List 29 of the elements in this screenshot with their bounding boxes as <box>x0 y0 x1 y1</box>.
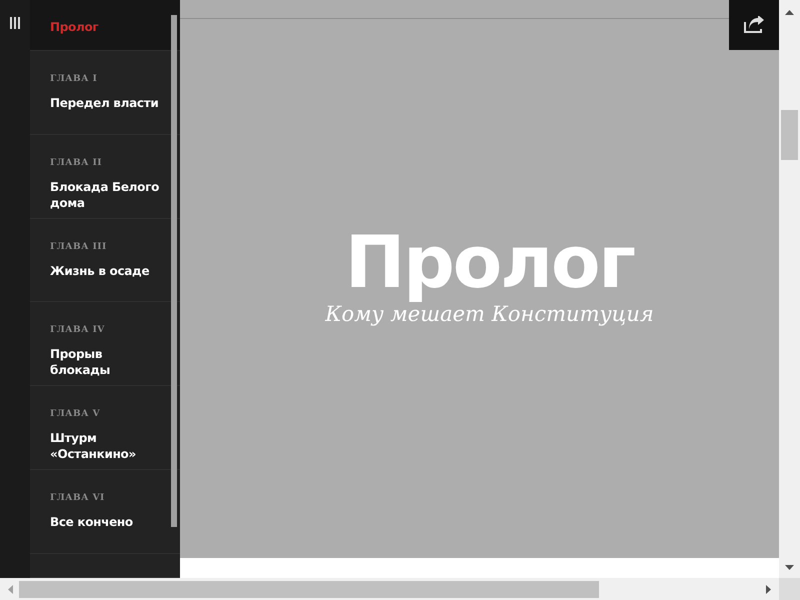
share-button[interactable] <box>729 0 779 50</box>
scroll-left-icon[interactable] <box>8 584 13 594</box>
chapter-label: ГЛАВА I <box>50 74 98 84</box>
menu-icon[interactable] <box>10 17 20 29</box>
chapter-label: ГЛАВА V <box>50 409 100 420</box>
scroll-right-icon[interactable] <box>766 584 771 594</box>
chapter-label: ГЛАВА II <box>50 158 102 168</box>
chapter-title: Жизнь в осаде <box>50 262 150 279</box>
chapter-title: Передел власти <box>50 94 158 111</box>
horizontal-scrollbar[interactable] <box>0 578 779 600</box>
chapter-label: ГЛАВА VI <box>50 493 105 504</box>
scrollbar-thumb[interactable] <box>171 15 177 527</box>
chapter-title: Пролог <box>50 19 98 35</box>
chapter-title: Штурм «Останкино» <box>50 430 137 462</box>
chapter-item[interactable]: Пролог <box>30 0 180 51</box>
hero-subtitle: Кому мешает Конституция <box>325 302 654 326</box>
scroll-down-icon[interactable] <box>785 565 794 570</box>
chapter-title: Блокада Белого дома <box>50 178 160 211</box>
scrollbar-thumb[interactable] <box>781 110 798 160</box>
scroll-up-icon[interactable] <box>785 10 794 15</box>
vertical-scrollbar[interactable] <box>779 0 800 578</box>
chapter-label: ГЛАВА IV <box>50 325 105 336</box>
share-icon <box>744 16 764 34</box>
chapter-title: Все кончено <box>50 514 133 530</box>
scrollbar-thumb[interactable] <box>19 580 599 598</box>
scrollbar-corner <box>779 578 800 600</box>
chapter-label: ГЛАВА III <box>50 242 107 252</box>
hero-title: Пролог <box>344 222 634 302</box>
chapter-title: Прорыв блокады <box>50 346 112 378</box>
